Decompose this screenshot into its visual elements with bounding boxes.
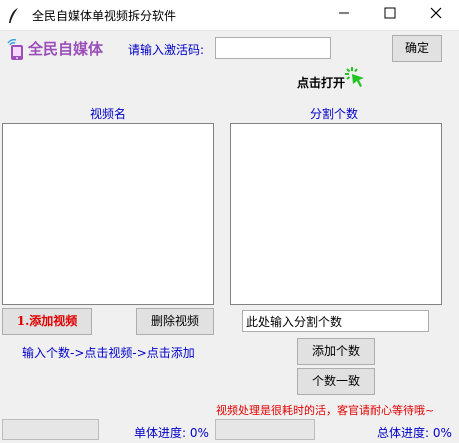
single-progress-value: 0% bbox=[189, 426, 209, 440]
status-message: 视频处理是很耗时的活，客官请耐心等待哦~ bbox=[216, 404, 435, 417]
split-count-input[interactable] bbox=[242, 310, 429, 332]
confirm-button[interactable]: 确定 bbox=[392, 35, 442, 62]
single-progress-bar bbox=[2, 419, 99, 440]
add-count-button[interactable]: 添加个数 bbox=[297, 338, 375, 365]
cursor-click-icon[interactable] bbox=[344, 66, 372, 94]
video-listbox[interactable] bbox=[2, 123, 214, 305]
phone-wifi-icon bbox=[7, 38, 23, 60]
total-progress-bar bbox=[215, 419, 315, 440]
click-open-link[interactable]: 点击打开 bbox=[297, 74, 345, 91]
usage-hint: 输入个数->点击视频->点击添加 bbox=[22, 346, 195, 360]
video-list-header: 视频名 bbox=[90, 107, 127, 121]
activation-label: 请输入激活码: bbox=[128, 43, 205, 57]
close-button[interactable] bbox=[413, 0, 459, 31]
minimize-icon bbox=[339, 12, 349, 14]
single-progress-text: 单体进度: 0% bbox=[134, 424, 209, 441]
total-progress-value: 0% bbox=[432, 426, 452, 440]
single-progress-label: 单体进度: bbox=[134, 426, 187, 440]
logo-text: 全民自媒体 bbox=[28, 40, 104, 58]
feather-icon bbox=[9, 8, 18, 23]
maximize-icon bbox=[384, 7, 396, 19]
title-bar: 全民自媒体单视频拆分软件 bbox=[0, 0, 459, 31]
activation-code-input[interactable] bbox=[215, 37, 331, 59]
close-icon bbox=[430, 7, 442, 19]
total-progress-text: 总体进度: 0% bbox=[377, 424, 452, 441]
add-video-button[interactable]: 1.添加视频 bbox=[2, 308, 92, 335]
split-list-header: 分割个数 bbox=[310, 107, 359, 121]
uniform-count-button[interactable]: 个数一致 bbox=[297, 368, 375, 395]
minimize-button[interactable] bbox=[321, 0, 367, 31]
maximize-button[interactable] bbox=[367, 0, 413, 31]
split-count-listbox[interactable] bbox=[230, 123, 442, 305]
total-progress-label: 总体进度: bbox=[377, 426, 430, 440]
delete-video-button[interactable]: 删除视频 bbox=[136, 308, 214, 335]
window-title: 全民自媒体单视频拆分软件 bbox=[32, 9, 177, 23]
